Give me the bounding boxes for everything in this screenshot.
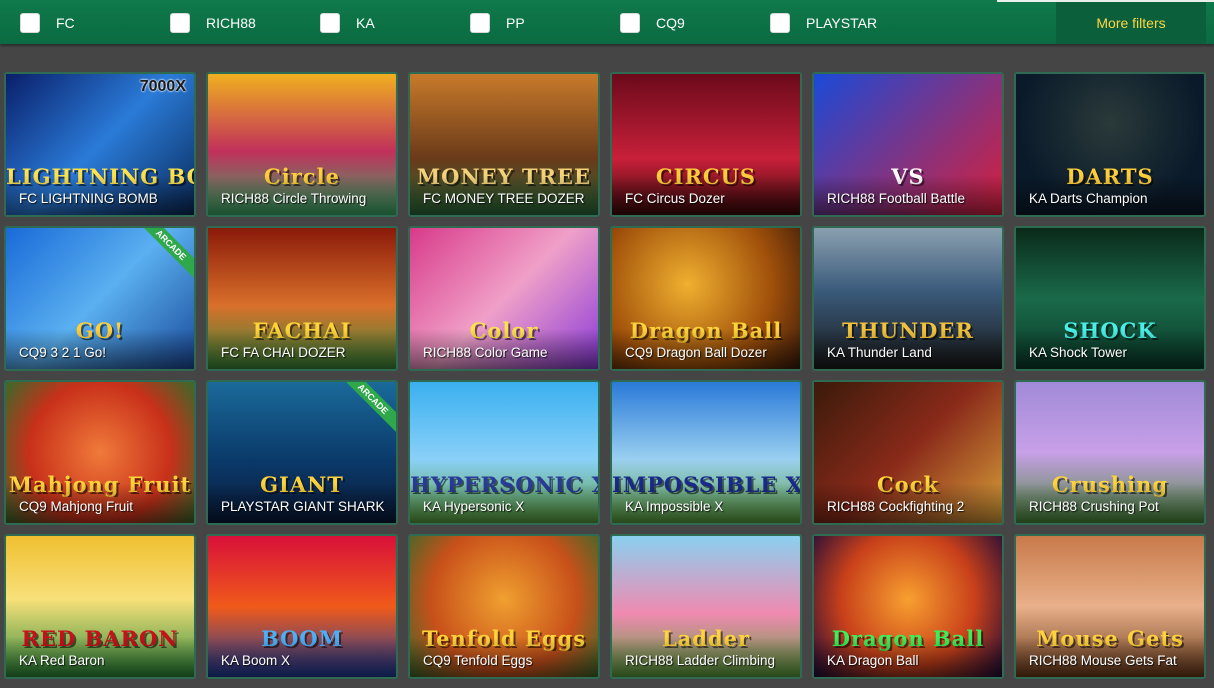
filter-checkbox[interactable] <box>470 13 490 33</box>
game-tile[interactable]: RED BARONKA Red Baron <box>4 534 196 679</box>
game-tile[interactable]: CrushingRICH88 Crushing Pot <box>1014 380 1206 525</box>
game-tile[interactable]: GIANTARCADEPLAYSTAR GIANT SHARK <box>206 380 398 525</box>
game-title: RICH88 Cockfighting 2 <box>827 499 965 514</box>
game-title: RICH88 Color Game <box>423 345 548 360</box>
game-grid: LIGHTNING BOMB7000XFC LIGHTNING BOMBCirc… <box>4 72 1214 688</box>
filter-checkbox[interactable] <box>620 13 640 33</box>
filter-playstar[interactable]: PLAYSTAR <box>770 12 877 34</box>
game-tile[interactable]: Mouse GetsRICH88 Mouse Gets Fat <box>1014 534 1206 679</box>
filter-label: RICH88 <box>206 15 256 31</box>
game-tile[interactable]: Tenfold EggsCQ9 Tenfold Eggs <box>408 534 600 679</box>
game-tile[interactable]: LadderRICH88 Ladder Climbing <box>610 534 802 679</box>
game-tile[interactable]: CircleRICH88 Circle Throwing <box>206 72 398 217</box>
game-tile[interactable]: CIRCUSFC Circus Dozer <box>610 72 802 217</box>
game-title: FC Circus Dozer <box>625 191 725 206</box>
filter-label: PP <box>506 15 525 31</box>
game-tile[interactable]: ColorRICH88 Color Game <box>408 226 600 371</box>
game-tile[interactable]: Dragon BallKA Dragon Ball <box>812 534 1004 679</box>
game-tile[interactable]: SHOCKKA Shock Tower <box>1014 226 1206 371</box>
game-tile[interactable]: CockRICH88 Cockfighting 2 <box>812 380 1004 525</box>
filter-label: KA <box>356 15 375 31</box>
game-title: FC FA CHAI DOZER <box>221 345 346 360</box>
filter-checkbox[interactable] <box>20 13 40 33</box>
filter-pp[interactable]: PP <box>470 12 525 34</box>
filter-fc[interactable]: FC <box>20 12 75 34</box>
game-title: KA Dragon Ball <box>827 653 919 668</box>
filter-cq9[interactable]: CQ9 <box>620 12 685 34</box>
filter-bar: FC RICH88 KA PP CQ9 PLAYSTAR More filters <box>0 0 1214 44</box>
game-title: KA Thunder Land <box>827 345 932 360</box>
game-title: KA Impossible X <box>625 499 724 514</box>
filter-checkbox[interactable] <box>170 13 190 33</box>
game-title: RICH88 Crushing Pot <box>1029 499 1159 514</box>
game-title: FC LIGHTNING BOMB <box>19 191 158 206</box>
filter-rich88[interactable]: RICH88 <box>170 12 256 34</box>
game-tile[interactable]: Mahjong FruitCQ9 Mahjong Fruit <box>4 380 196 525</box>
game-title: CQ9 3 2 1 Go! <box>19 345 107 360</box>
game-title: RICH88 Circle Throwing <box>221 191 367 206</box>
game-title: KA Shock Tower <box>1029 345 1128 360</box>
game-tile[interactable]: Dragon BallCQ9 Dragon Ball Dozer <box>610 226 802 371</box>
game-tile[interactable]: HYPERSONIC XKA Hypersonic X <box>408 380 600 525</box>
game-tile[interactable]: VSRICH88 Football Battle <box>812 72 1004 217</box>
arcade-badge: ARCADE <box>134 228 194 282</box>
game-tile[interactable]: DARTSKA Darts Champion <box>1014 72 1206 217</box>
game-title: PLAYSTAR GIANT SHARK <box>221 499 385 514</box>
game-tile[interactable]: IMPOSSIBLE XKA Impossible X <box>610 380 802 525</box>
game-tile[interactable]: FACHAIFC FA CHAI DOZER <box>206 226 398 371</box>
filter-label: PLAYSTAR <box>806 15 878 31</box>
filter-label: CQ9 <box>656 15 685 31</box>
game-title: KA Boom X <box>221 653 291 668</box>
game-tile[interactable]: THUNDERKA Thunder Land <box>812 226 1004 371</box>
game-tile[interactable]: GO!ARCADECQ9 3 2 1 Go! <box>4 226 196 371</box>
game-title: CQ9 Dragon Ball Dozer <box>625 345 767 360</box>
game-tile[interactable]: MONEY TREEFC MONEY TREE DOZER <box>408 72 600 217</box>
game-tile[interactable]: BOOMKA Boom X <box>206 534 398 679</box>
game-title: RICH88 Football Battle <box>827 191 966 206</box>
game-title: RICH88 Ladder Climbing <box>625 653 776 668</box>
filter-ka[interactable]: KA <box>320 12 375 34</box>
filter-checkbox[interactable] <box>770 13 790 33</box>
game-tile[interactable]: LIGHTNING BOMB7000XFC LIGHTNING BOMB <box>4 72 196 217</box>
game-title: KA Hypersonic X <box>423 499 525 514</box>
game-title: KA Red Baron <box>19 653 105 668</box>
filter-checkbox[interactable] <box>320 13 340 33</box>
multiplier-text: 7000X <box>139 78 186 95</box>
game-title: FC MONEY TREE DOZER <box>423 191 585 206</box>
filter-label: FC <box>56 15 75 31</box>
more-filters-button[interactable]: More filters <box>1056 2 1206 44</box>
game-title: RICH88 Mouse Gets Fat <box>1029 653 1177 668</box>
game-title: CQ9 Mahjong Fruit <box>19 499 134 514</box>
arcade-badge: ARCADE <box>336 382 396 436</box>
game-title: KA Darts Champion <box>1029 191 1148 206</box>
game-title: CQ9 Tenfold Eggs <box>423 653 533 668</box>
